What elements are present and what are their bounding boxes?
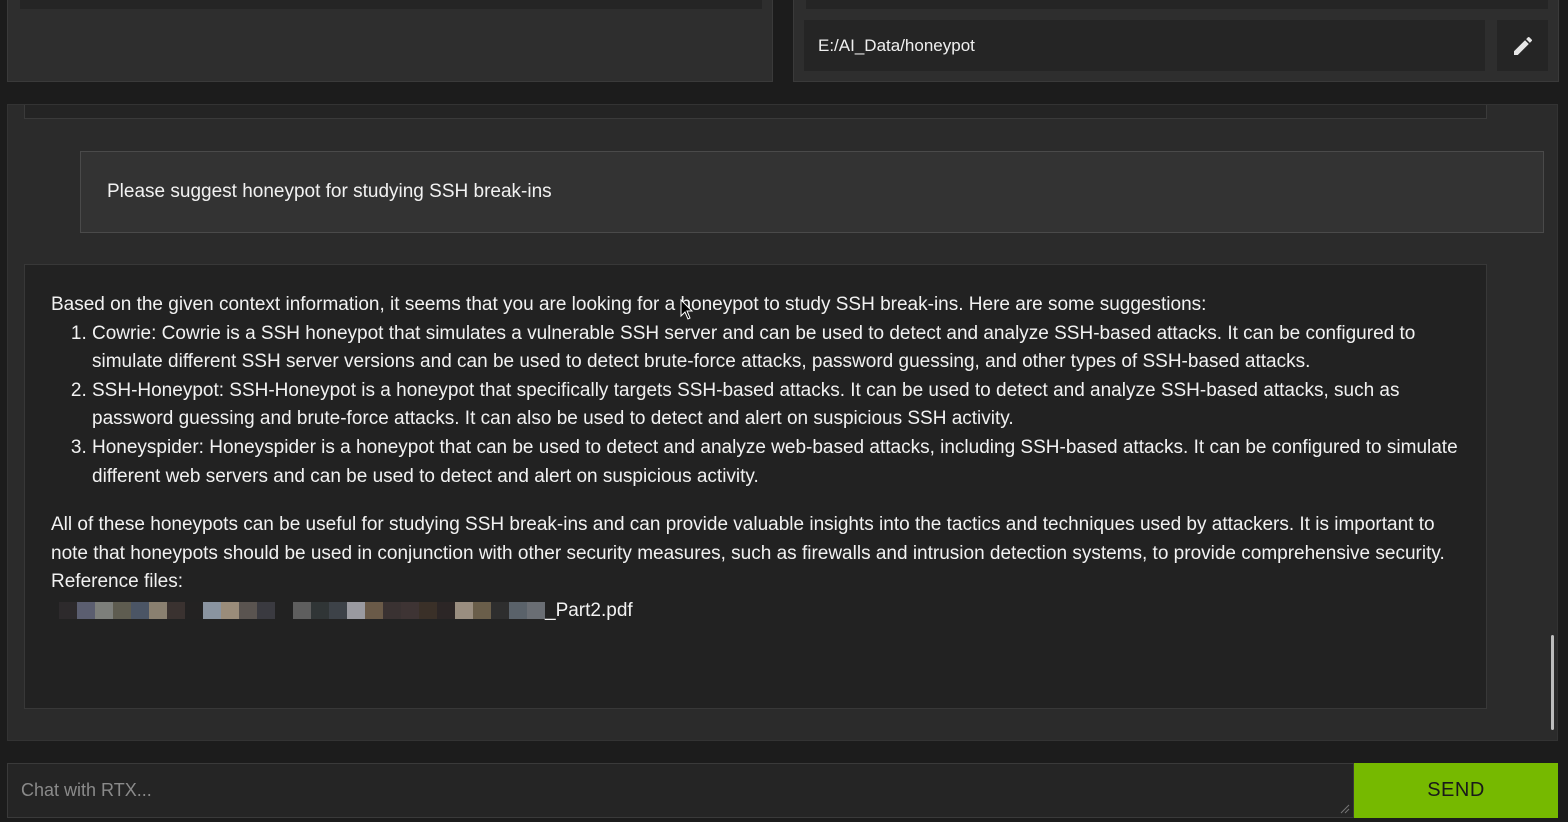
chat-scrollbar[interactable]: [1551, 635, 1554, 730]
assistant-closing: All of these honeypots can be useful for…: [51, 514, 1445, 564]
suggestion-list: Cowrie: Cowrie is a SSH honeypot that si…: [51, 320, 1460, 492]
suggestion-item: SSH-Honeypot: SSH-Honeypot is a honeypot…: [92, 377, 1460, 434]
pencil-icon: [1513, 36, 1532, 55]
assistant-message: Based on the given context information, …: [24, 264, 1487, 709]
reference-file-name: _Part2.pdf: [545, 599, 633, 621]
send-button[interactable]: SEND: [1354, 763, 1558, 818]
top-left-panel-inner: [20, 0, 762, 9]
redacted-filename: [59, 602, 545, 620]
suggestion-item: Honeyspider: Honeyspider is a honeypot t…: [92, 434, 1460, 491]
top-left-panel: [7, 0, 773, 82]
mouse-cursor-icon: [680, 299, 694, 320]
suggestion-item: Cowrie: Cowrie is a SSH honeypot that si…: [92, 320, 1460, 377]
chat-history[interactable]: Please suggest honeypot for studying SSH…: [7, 104, 1558, 741]
assistant-intro: Based on the given context information, …: [51, 294, 1207, 315]
previous-message-edge: [24, 105, 1487, 119]
edit-folder-button[interactable]: [1497, 20, 1548, 71]
reference-label: Reference files:: [51, 571, 184, 593]
reference-file-link[interactable]: _Part2.pdf: [51, 597, 1460, 625]
user-message: Please suggest honeypot for studying SSH…: [80, 151, 1544, 233]
dataset-panel-inner: [806, 0, 1548, 9]
resize-grip-icon[interactable]: [1338, 802, 1350, 814]
chat-input[interactable]: [7, 763, 1354, 818]
folder-path-field: E:/AI_Data/honeypot: [804, 20, 1485, 71]
